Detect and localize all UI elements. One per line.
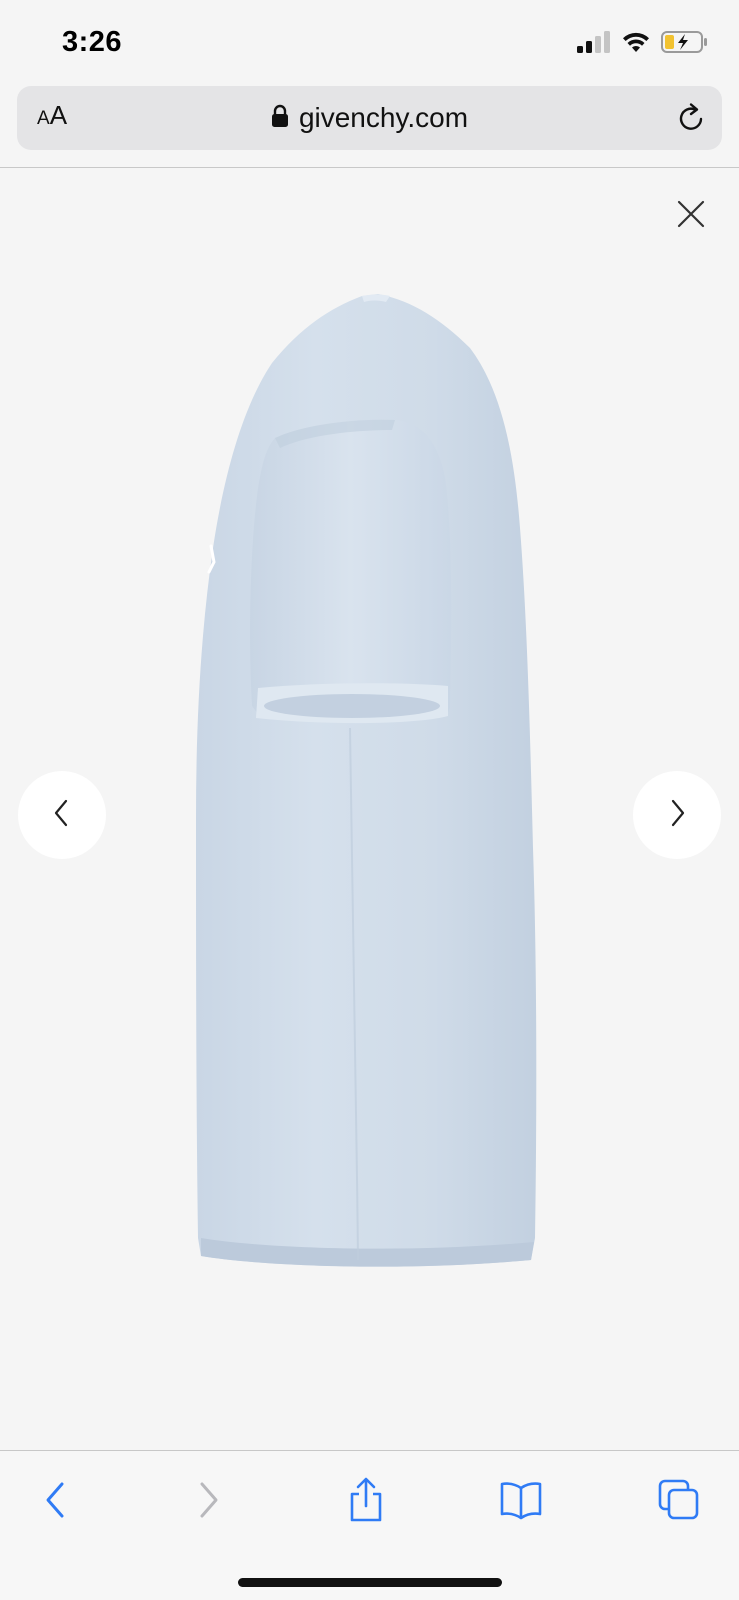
- close-icon: [673, 200, 709, 236]
- tabs-icon: [657, 1478, 701, 1527]
- status-icons: [577, 30, 709, 59]
- bookmarks-icon: [499, 1480, 543, 1525]
- battery-charging-icon: [661, 30, 709, 59]
- text-size-button[interactable]: AA: [37, 100, 67, 131]
- lock-icon: [271, 104, 289, 133]
- product-image-viewer[interactable]: [0, 168, 739, 1450]
- close-button[interactable]: [673, 196, 709, 232]
- url-display: givenchy.com: [17, 86, 722, 150]
- reload-button[interactable]: [674, 101, 708, 135]
- home-indicator[interactable]: [238, 1578, 502, 1587]
- wifi-icon: [621, 31, 651, 58]
- back-button[interactable]: [30, 1477, 80, 1527]
- back-icon: [42, 1480, 68, 1525]
- text-size-small-label: A: [37, 108, 50, 129]
- status-time: 3:26: [62, 26, 123, 58]
- url-text: givenchy.com: [298, 102, 469, 133]
- forward-icon: [196, 1480, 222, 1525]
- address-bar[interactable]: AA givenchy.com: [17, 86, 722, 150]
- tabs-button[interactable]: [654, 1477, 704, 1527]
- bookmarks-button[interactable]: [496, 1477, 546, 1527]
- previous-image-button[interactable]: [18, 771, 106, 859]
- share-button[interactable]: [341, 1477, 391, 1527]
- signal-icon: [577, 31, 611, 58]
- status-bar: 3:26: [0, 0, 739, 82]
- share-icon: [346, 1476, 386, 1529]
- text-size-large-label: A: [49, 100, 68, 130]
- next-image-button[interactable]: [633, 771, 721, 859]
- chevron-left-icon: [51, 798, 73, 833]
- reload-icon: [674, 103, 708, 139]
- forward-button[interactable]: [184, 1477, 234, 1527]
- chevron-right-icon: [666, 798, 688, 833]
- product-image-tshirt: [196, 294, 537, 1267]
